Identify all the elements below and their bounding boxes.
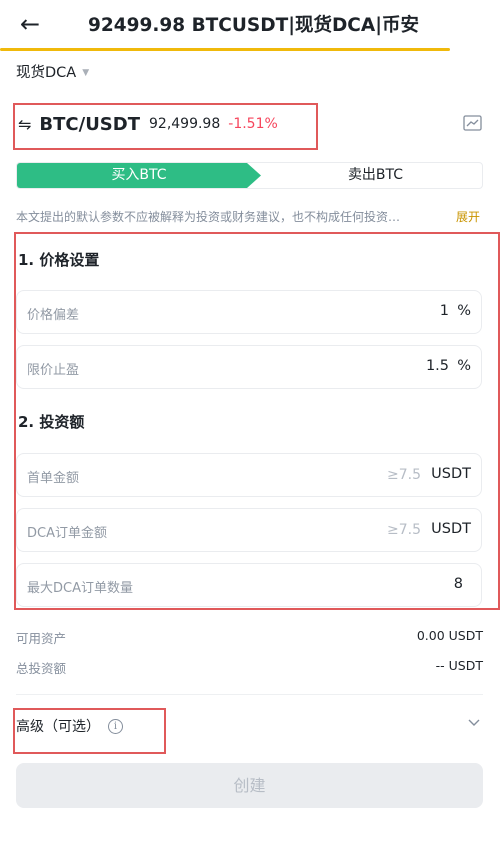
take-profit-field[interactable]: 限价止盈 1.5 %	[16, 345, 482, 389]
info-icon[interactable]: i	[108, 718, 123, 734]
highlight-box-parameters	[14, 232, 500, 610]
swap-icon[interactable]: ⇋	[18, 115, 31, 134]
field-unit: USDT	[431, 521, 471, 537]
arrow-left-icon[interactable]: ←	[20, 10, 48, 38]
field-label: 首单金额	[27, 471, 80, 486]
expand-link[interactable]: 展开	[456, 208, 480, 225]
pair-symbol[interactable]: BTC/USDT	[39, 114, 140, 135]
disclaimer-text: 本文提出的默认参数不应被解释为投资或财务建议，也不构成任何投资…	[16, 210, 401, 224]
section-title-price: 1. 价格设置	[18, 251, 100, 269]
total-investment-row: 总投资额 -- USDT	[16, 658, 483, 676]
section-title-investment: 2. 投资额	[18, 413, 85, 431]
side-tabs: 买入BTC 卖出BTC	[16, 162, 483, 189]
field-unit: %	[457, 358, 471, 374]
first-order-amount-field[interactable]: 首单金额 ≥7.5 USDT	[16, 453, 482, 497]
total-investment-value: -- USDT	[435, 658, 483, 673]
strategy-mode-label: 现货DCA	[16, 65, 77, 81]
field-label: 最大DCA订单数量	[27, 581, 133, 596]
field-unit: USDT	[431, 466, 471, 482]
field-label: DCA订单金额	[27, 526, 107, 541]
tab-buy[interactable]: 买入BTC	[17, 163, 261, 188]
available-value: 0.00 USDT	[416, 628, 483, 643]
field-value: 1.5	[425, 358, 449, 374]
pair-header: ⇋ BTC/USDT 92,499.98 -1.51%	[18, 112, 278, 136]
strategy-mode-selector[interactable]: 现货DCA ▼	[16, 61, 89, 82]
loading-progress-bar	[0, 48, 450, 51]
field-placeholder: ≥7.5	[387, 522, 421, 538]
field-unit: %	[457, 303, 471, 319]
tab-sell[interactable]: 卖出BTC	[267, 163, 482, 188]
price-deviation-field[interactable]: 价格偏差 1 %	[16, 290, 482, 334]
caret-down-icon: ▼	[82, 68, 90, 78]
pair-change: -1.51%	[228, 116, 278, 132]
available-balance-row: 可用资产 0.00 USDT	[16, 628, 483, 646]
chevron-down-icon[interactable]	[466, 714, 482, 730]
top-bar: ← 92499.98 BTCUSDT|现货DCA|币安	[0, 0, 500, 52]
pair-price: 92,499.98	[149, 116, 221, 132]
create-button[interactable]: 创建	[16, 763, 483, 808]
total-investment-label: 总投资额	[16, 661, 67, 676]
page-title: 92499.98 BTCUSDT|现货DCA|币安	[88, 15, 419, 36]
field-label: 限价止盈	[27, 363, 80, 378]
advanced-label: 高级（可选）	[16, 719, 100, 735]
field-value: 1	[439, 303, 449, 319]
field-value: 8	[453, 576, 463, 592]
available-label: 可用资产	[16, 631, 67, 646]
advanced-toggle[interactable]: 高级（可选） i	[16, 716, 123, 736]
divider	[16, 694, 483, 695]
dca-order-amount-field[interactable]: DCA订单金额 ≥7.5 USDT	[16, 508, 482, 552]
max-dca-orders-field[interactable]: 最大DCA订单数量 8	[16, 563, 482, 607]
chart-icon[interactable]	[463, 115, 482, 131]
field-placeholder: ≥7.5	[387, 467, 421, 483]
field-label: 价格偏差	[27, 308, 80, 323]
